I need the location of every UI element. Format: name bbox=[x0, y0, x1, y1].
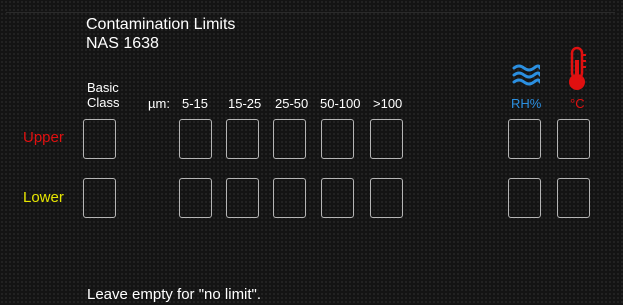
micron-label: µm: bbox=[148, 96, 170, 111]
upper-50-100-field[interactable] bbox=[321, 119, 354, 159]
range-header-5-15: 5-15 bbox=[182, 96, 209, 111]
humidity-waves-icon bbox=[512, 63, 542, 92]
thermometer-icon bbox=[565, 46, 589, 97]
title-text: Contamination Limits bbox=[86, 16, 236, 33]
range-header-25-50: 25-50 bbox=[275, 96, 309, 111]
temperature-header: °C bbox=[570, 96, 585, 111]
upper-100-plus-field[interactable] bbox=[370, 119, 403, 159]
lower-15-25-field[interactable] bbox=[226, 178, 259, 218]
page-title: Contamination Limits NAS 1638 bbox=[86, 15, 235, 53]
upper-5-15-field[interactable] bbox=[179, 119, 212, 159]
lower-humidity-field[interactable] bbox=[508, 178, 541, 218]
basic-class-header-line1: Basic bbox=[87, 80, 119, 95]
lower-5-15-field[interactable] bbox=[179, 178, 212, 218]
upper-25-50-field[interactable] bbox=[273, 119, 306, 159]
range-header-15-25: 15-25 bbox=[228, 96, 262, 111]
upper-15-25-field[interactable] bbox=[226, 119, 259, 159]
lower-temperature-field[interactable] bbox=[557, 178, 590, 218]
lower-50-100-field[interactable] bbox=[321, 178, 354, 218]
lower-basic-class-field[interactable] bbox=[83, 178, 116, 218]
lower-25-50-field[interactable] bbox=[273, 178, 306, 218]
footer-note: Leave empty for "no limit". bbox=[87, 286, 262, 303]
row-label-upper: Upper bbox=[23, 129, 64, 146]
range-header-50-100: 50-100 bbox=[320, 96, 361, 111]
range-header-100-plus: >100 bbox=[373, 96, 403, 111]
upper-temperature-field[interactable] bbox=[557, 119, 590, 159]
upper-basic-class-field[interactable] bbox=[83, 119, 116, 159]
row-label-lower: Lower bbox=[23, 189, 64, 206]
basic-class-header: Basic Class bbox=[87, 80, 120, 110]
lower-100-plus-field[interactable] bbox=[370, 178, 403, 218]
upper-humidity-field[interactable] bbox=[508, 119, 541, 159]
basic-class-header-line2: Class bbox=[87, 95, 120, 110]
standard-text: NAS 1638 bbox=[86, 35, 159, 52]
humidity-header: RH% bbox=[511, 96, 542, 111]
